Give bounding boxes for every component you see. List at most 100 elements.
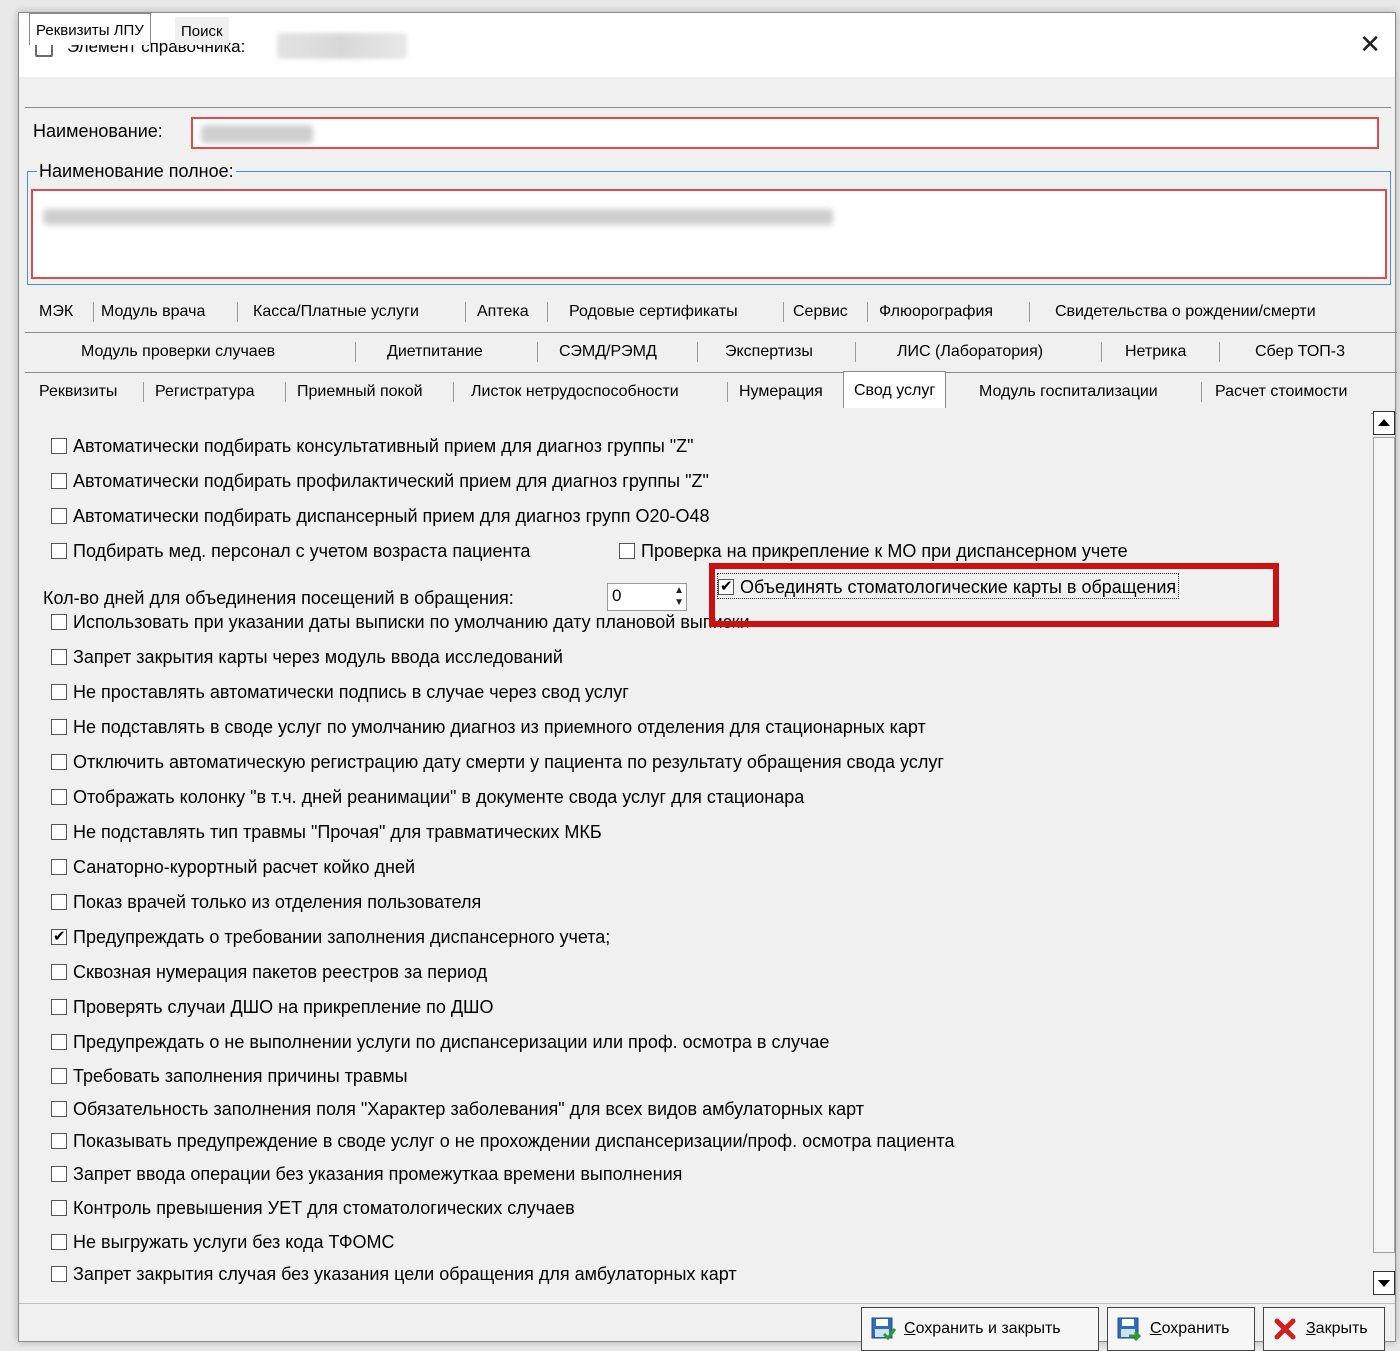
- redacted-title-value: [277, 33, 407, 59]
- checkbox[interactable]: [51, 964, 67, 980]
- option-attachment-check[interactable]: Проверка на прикрепление к МО при диспан…: [619, 538, 1128, 564]
- checkbox[interactable]: [51, 1101, 67, 1117]
- tab-pharmacy[interactable]: Аптека: [477, 293, 529, 331]
- tab-cost-calc[interactable]: Расчет стоимости: [1215, 373, 1347, 411]
- checkbox[interactable]: [51, 824, 67, 840]
- tab-search[interactable]: Поиск: [175, 17, 229, 45]
- tab-numbering[interactable]: Нумерация: [739, 373, 823, 411]
- tab-lis[interactable]: ЛИС (Лаборатория): [897, 333, 1043, 371]
- checkbox[interactable]: [51, 859, 67, 875]
- save-close-accel: С: [904, 1320, 916, 1337]
- days-stepper[interactable]: 0 ▲ ▼: [607, 583, 687, 611]
- option-no-op-without-time[interactable]: Запрет ввода операции без указания проме…: [51, 1161, 682, 1187]
- option-disable-death-date[interactable]: Отключить автоматическую регистрацию дат…: [51, 749, 944, 775]
- scroll-down-icon[interactable]: [1373, 1271, 1395, 1295]
- name-input[interactable]: [191, 117, 1379, 149]
- tab-birth-death-certificates[interactable]: Свидетельства о рождении/смерти: [1055, 293, 1316, 331]
- option-warn-dispensary[interactable]: Предупреждать о требовании заполнения ди…: [51, 924, 610, 950]
- tab-semd[interactable]: СЭМД/РЭМД: [559, 333, 657, 371]
- close-button[interactable]: Закрыть: [1263, 1307, 1385, 1351]
- option-label: Подбирать мед. персонал с учетом возраст…: [73, 541, 531, 561]
- tab-row-2: Модуль проверки случаев Диетпитание СЭМД…: [25, 333, 1397, 373]
- option-dsho-check[interactable]: Проверять случаи ДШО на прикрепление по …: [51, 994, 494, 1020]
- tab-requisites[interactable]: Реквизиты: [39, 373, 117, 411]
- save-and-close-button[interactable]: Сохранить и закрыть: [861, 1307, 1099, 1351]
- tab-sick-leave[interactable]: Листок нетрудоспособности: [471, 373, 679, 411]
- tab-lpu-requisites[interactable]: Реквизиты ЛПУ: [29, 13, 151, 45]
- redacted-fullname-value: [43, 209, 833, 225]
- tab-case-check[interactable]: Модуль проверки случаев: [81, 333, 275, 371]
- save-button[interactable]: Сохранить: [1107, 1307, 1255, 1351]
- checkbox[interactable]: [51, 684, 67, 700]
- option-auto-prophylactic[interactable]: Автоматически подбирать профилактический…: [51, 468, 709, 494]
- close-icon[interactable]: ✕: [1359, 31, 1381, 57]
- option-planned-discharge[interactable]: Использовать при указании даты выписки п…: [51, 609, 750, 635]
- checkbox[interactable]: [51, 1234, 67, 1250]
- option-sanatorium-days[interactable]: Санаторно-курортный расчет койко дней: [51, 854, 415, 880]
- option-no-close-research[interactable]: Запрет закрытия карты через модуль ввода…: [51, 644, 563, 670]
- option-uet-control[interactable]: Контроль превышения УЕТ для стоматологич…: [51, 1195, 575, 1221]
- tab-expertise[interactable]: Экспертизы: [725, 333, 813, 371]
- dialog-window: Элемент справочника: ✕ Реквизиты ЛПУ Пои…: [18, 12, 1397, 1351]
- tab-cashier[interactable]: Касса/Платные услуги: [253, 293, 419, 331]
- checkbox[interactable]: [51, 719, 67, 735]
- checkbox[interactable]: [51, 1200, 67, 1216]
- option-label: Не проставлять автоматически подпись в с…: [73, 682, 629, 702]
- tab-service[interactable]: Сервис: [793, 293, 848, 331]
- option-require-trauma-cause[interactable]: Требовать заполнения причины травмы: [51, 1063, 408, 1089]
- checkbox[interactable]: [51, 1133, 67, 1149]
- checkbox[interactable]: [619, 543, 635, 559]
- checkbox[interactable]: [51, 543, 67, 559]
- option-no-close-without-goal[interactable]: Запрет закрытия случая без указания цели…: [51, 1261, 737, 1287]
- option-no-export-without-code[interactable]: Не выгружать услуги без кода ТФОМС: [51, 1229, 395, 1255]
- option-staff-by-age[interactable]: Подбирать мед. персонал с учетом возраст…: [51, 538, 530, 564]
- tab-sber-top3[interactable]: Сбер ТОП-3: [1255, 333, 1345, 371]
- checkbox[interactable]: [51, 1068, 67, 1084]
- option-auto-consult[interactable]: Автоматически подбирать консультативный …: [51, 433, 694, 459]
- checkbox[interactable]: [51, 894, 67, 910]
- tab-netrika[interactable]: Нетрика: [1125, 333, 1186, 371]
- option-no-other-trauma[interactable]: Не подставлять тип травмы "Прочая" для т…: [51, 819, 602, 845]
- checkbox[interactable]: [51, 649, 67, 665]
- option-through-numbering[interactable]: Сквозная нумерация пакетов реестров за п…: [51, 959, 487, 985]
- checkbox[interactable]: [51, 614, 67, 630]
- option-label: Не подставлять тип травмы "Прочая" для т…: [73, 822, 602, 842]
- option-label: Сквозная нумерация пакетов реестров за п…: [73, 962, 488, 982]
- option-label: Автоматически подбирать консультативный …: [73, 436, 694, 456]
- tab-hospitalization[interactable]: Модуль госпитализации: [979, 373, 1158, 411]
- tab-reception[interactable]: Приемный покой: [297, 373, 423, 411]
- option-no-default-diagnosis[interactable]: Не подставлять в своде услуг по умолчани…: [51, 714, 926, 740]
- scroll-up-icon[interactable]: [1373, 411, 1395, 435]
- checkbox[interactable]: [51, 754, 67, 770]
- checkbox[interactable]: [51, 1166, 67, 1182]
- option-icu-days-column[interactable]: Отображать колонку "в т.ч. дней реанимац…: [51, 784, 804, 810]
- tab-fluorography[interactable]: Флюорография: [879, 293, 993, 331]
- checkbox-checked[interactable]: [51, 925, 67, 949]
- tab-doctor-module[interactable]: Модуль врача: [101, 293, 205, 331]
- tab-registry[interactable]: Регистратура: [155, 373, 255, 411]
- checkbox[interactable]: [51, 473, 67, 489]
- option-warn-no-checkup[interactable]: Показывать предупреждение в своде услуг …: [51, 1128, 954, 1154]
- option-label: Запрет закрытия случая без указания цели…: [73, 1264, 737, 1284]
- option-warn-not-performed[interactable]: Предупреждать о не выполнении услуги по …: [51, 1029, 829, 1055]
- fullname-input[interactable]: [31, 189, 1387, 279]
- option-auto-dispensary[interactable]: Автоматически подбирать диспансерный при…: [51, 503, 710, 529]
- tab-mek[interactable]: МЭК: [39, 293, 73, 331]
- red-x-icon: [1274, 1318, 1296, 1340]
- checkbox[interactable]: [51, 789, 67, 805]
- spin-arrows-icon[interactable]: ▲ ▼: [674, 585, 684, 609]
- checkbox[interactable]: [51, 1266, 67, 1282]
- checkbox[interactable]: [51, 438, 67, 454]
- checkbox[interactable]: [51, 1034, 67, 1050]
- tab-diet[interactable]: Диетпитание: [387, 333, 483, 371]
- option-doctors-own-dept[interactable]: Показ врачей только из отделения пользов…: [51, 889, 481, 915]
- option-label: Отключить автоматическую регистрацию дат…: [73, 752, 944, 772]
- option-no-auto-sign[interactable]: Не проставлять автоматически подпись в с…: [51, 679, 629, 705]
- checkbox[interactable]: [51, 999, 67, 1015]
- scroll-thumb[interactable]: [1373, 437, 1395, 1253]
- vertical-scrollbar[interactable]: [1373, 411, 1395, 1297]
- tab-birth-certificates[interactable]: Родовые сертификаты: [569, 293, 738, 331]
- tab-services-summary[interactable]: Свод услуг: [843, 371, 947, 413]
- checkbox[interactable]: [51, 508, 67, 524]
- option-require-disease-nature[interactable]: Обязательность заполнения поля "Характер…: [51, 1096, 864, 1122]
